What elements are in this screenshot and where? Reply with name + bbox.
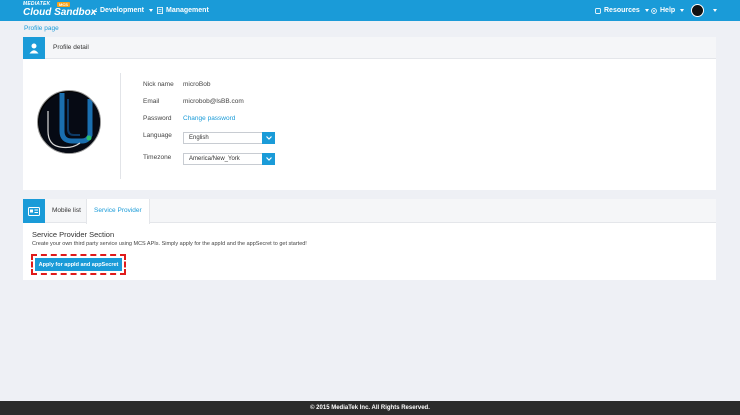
wrench-icon (91, 7, 97, 14)
chevron-down-icon[interactable] (262, 132, 275, 144)
breadcrumb[interactable]: Profile page (24, 25, 59, 32)
user-icon (23, 37, 45, 59)
password-label: Password (143, 115, 172, 122)
language-label: Language (143, 132, 172, 139)
book-icon (595, 7, 601, 14)
chevron-down-icon (148, 9, 153, 12)
profile-panel: Profile detail Nick name microBob Email … (23, 37, 716, 190)
nav-help[interactable]: Help (651, 0, 685, 21)
nav-management-label: Management (166, 7, 209, 14)
nav-help-label: Help (660, 7, 676, 14)
timezone-select-value: America/New_York (189, 156, 240, 162)
timezone-select[interactable]: America/New_York (183, 153, 275, 165)
footer-copyright: © 2015 MediaTek Inc. All Rights Reserved… (0, 401, 740, 415)
nickname-label: Nick name (143, 81, 174, 88)
brand-name: Cloud Sandbox (23, 7, 97, 18)
service-section-title: Service Provider Section (32, 230, 115, 239)
nav-development[interactable]: Development (91, 0, 153, 21)
divider (120, 73, 121, 179)
nickname-value: microBob (183, 81, 211, 88)
tab-mobile-list[interactable]: Mobile list (45, 199, 88, 223)
user-avatar[interactable] (691, 4, 704, 17)
profile-panel-title: Profile detail (53, 44, 89, 51)
document-icon (157, 7, 163, 14)
apply-appid-button[interactable]: Apply for appId and appSecret (35, 258, 122, 271)
nav-management[interactable]: Management (157, 0, 209, 21)
nav-development-label: Development (100, 7, 144, 14)
top-navbar: MEDIATEK MCS Cloud Sandbox Development M… (0, 0, 740, 21)
chevron-down-icon (680, 9, 685, 12)
nav-resources-label: Resources (604, 7, 640, 14)
chevron-down-icon[interactable] (713, 9, 717, 12)
chevron-down-icon[interactable] (262, 153, 275, 165)
id-card-icon (23, 199, 45, 223)
change-password-link[interactable]: Change password (183, 115, 235, 122)
profile-panel-header: Profile detail (23, 37, 716, 59)
email-value: microbob@lsBB.com (183, 98, 244, 105)
service-panel: Mobile list Service Provider Service Pro… (23, 199, 716, 280)
language-select[interactable]: English (183, 132, 275, 144)
nav-resources[interactable]: Resources (595, 0, 649, 21)
brand-logo[interactable]: MEDIATEK MCS Cloud Sandbox (23, 1, 96, 20)
service-section-description: Create your own third party service usin… (32, 241, 307, 247)
apply-button-highlight: Apply for appId and appSecret (31, 254, 126, 275)
timezone-label: Timezone (143, 154, 172, 161)
language-select-value: English (189, 135, 209, 141)
email-label: Email (143, 98, 160, 105)
chevron-down-icon (644, 9, 649, 12)
profile-picture[interactable] (37, 90, 101, 154)
tab-service-provider[interactable]: Service Provider (86, 199, 150, 224)
help-icon (651, 7, 657, 14)
